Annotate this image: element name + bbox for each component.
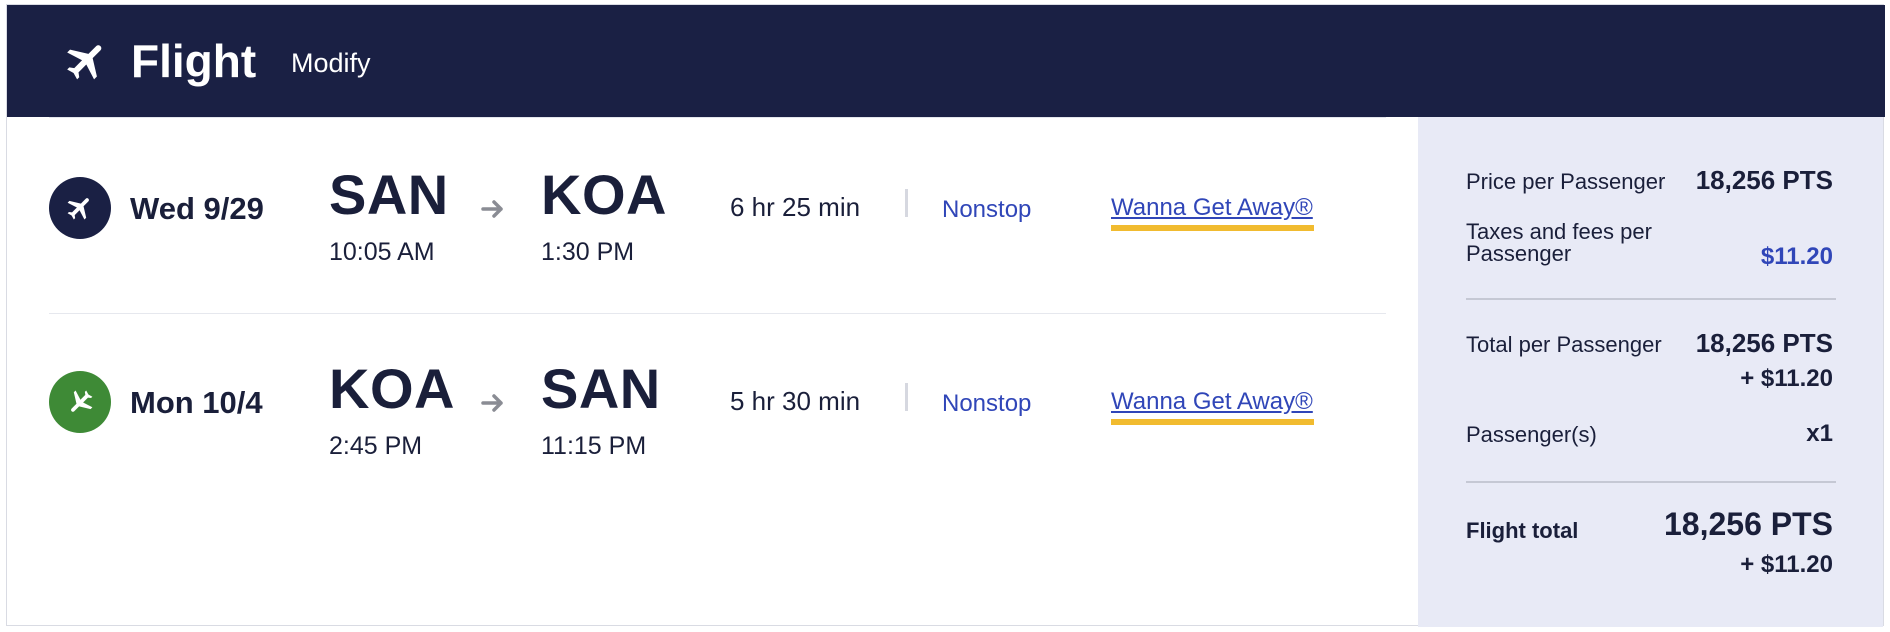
price-summary: Price per Passenger 18,256 PTS Taxes and… — [1418, 117, 1883, 627]
total-per-passenger-points: 18,256 PTS — [1695, 328, 1833, 358]
flight-segment-return: Mon 10/4 KOA SAN 2:45 PM 11:15 PM 5 hr 3… — [7, 341, 1418, 531]
arrow-right-icon — [481, 200, 503, 218]
flight-total-points: 18,256 PTS — [1664, 506, 1833, 542]
taxes-value: $11.20 — [1760, 243, 1833, 270]
fare-type-link[interactable]: Wanna Get Away® — [1111, 387, 1313, 417]
divider — [1466, 298, 1836, 300]
airplane-icon — [67, 198, 89, 220]
passengers-value: x1 — [1806, 420, 1833, 447]
flight-total-cash: + $11.20 — [1740, 551, 1833, 578]
total-per-passenger-label: Total per Passenger — [1466, 332, 1662, 357]
itinerary-panel: Wed 9/29 SAN KOA 10:05 AM 1:30 PM 6 hr 2… — [7, 117, 1418, 627]
depart-time: 2:45 PM — [329, 432, 423, 460]
stops-link[interactable]: Nonstop — [942, 389, 1031, 419]
depart-time: 10:05 AM — [329, 238, 435, 266]
flight-segment-outbound: Wed 9/29 SAN KOA 10:05 AM 1:30 PM 6 hr 2… — [7, 147, 1418, 337]
destination-airport: SAN — [541, 357, 661, 420]
fare-underline — [1111, 419, 1314, 425]
flight-total-label: Flight total — [1466, 518, 1579, 543]
divider — [49, 117, 1386, 118]
divider — [905, 383, 908, 411]
flight-header: Flight Modify — [7, 5, 1885, 117]
airplane-icon — [67, 45, 102, 80]
taxes-label: Taxes and fees per Passenger — [1466, 221, 1652, 265]
fare-type-link[interactable]: Wanna Get Away® — [1111, 193, 1313, 223]
flight-duration: 6 hr 25 min — [730, 192, 861, 222]
fare-underline — [1111, 225, 1314, 231]
segment-date: Wed 9/29 — [130, 191, 264, 226]
price-per-passenger-value: 18,256 PTS — [1695, 165, 1833, 195]
arrive-time: 11:15 PM — [541, 432, 647, 460]
page-title: Flight — [131, 35, 257, 87]
origin-airport: SAN — [329, 163, 449, 226]
flight-card: Flight Modify Wed 9/29 SAN KOA 10:05 AM … — [6, 4, 1885, 627]
price-per-passenger-label: Price per Passenger — [1466, 169, 1666, 194]
taxes-label-line2: Passenger — [1466, 241, 1572, 266]
divider — [49, 313, 1386, 314]
total-per-passenger-cash: + $11.20 — [1740, 365, 1833, 392]
stops-link[interactable]: Nonstop — [942, 195, 1031, 225]
origin-airport: KOA — [329, 357, 455, 420]
divider — [905, 189, 908, 217]
arrive-time: 1:30 PM — [541, 238, 635, 266]
passengers-label: Passenger(s) — [1466, 422, 1597, 447]
destination-airport: KOA — [541, 163, 667, 226]
divider — [1466, 481, 1836, 483]
flight-duration: 5 hr 30 min — [730, 386, 861, 416]
arrow-right-icon — [481, 394, 503, 412]
segment-date: Mon 10/4 — [130, 385, 263, 420]
airplane-icon — [71, 390, 93, 412]
modify-link[interactable]: Modify — [291, 47, 371, 79]
airplane-badge — [49, 177, 111, 239]
airplane-badge — [49, 371, 111, 433]
